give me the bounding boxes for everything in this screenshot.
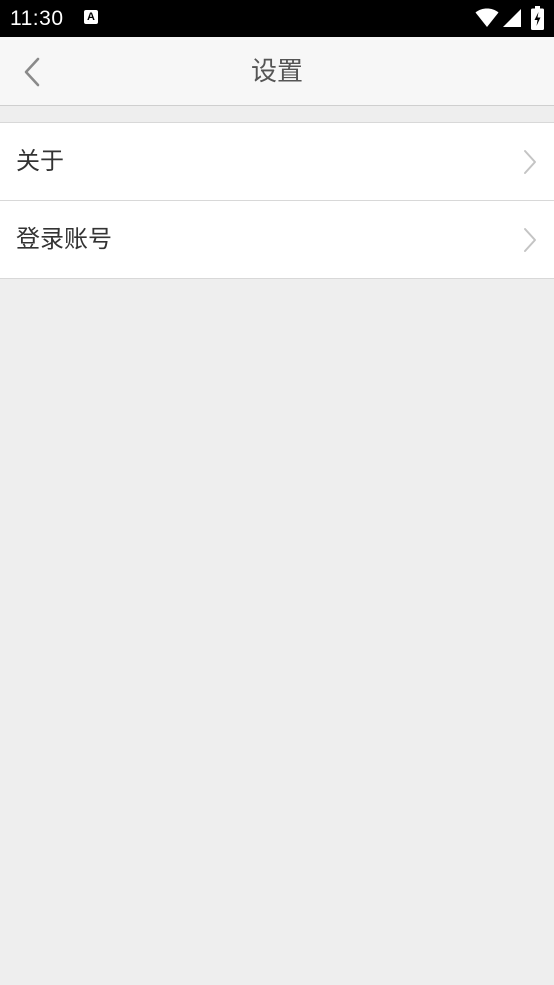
app-bar: 设置 bbox=[0, 37, 554, 106]
a-icon-letter: A bbox=[87, 11, 95, 23]
status-bar: 11:30 A bbox=[0, 0, 554, 37]
settings-item-label: 关于 bbox=[16, 147, 64, 175]
settings-item-login-account[interactable]: 登录账号 bbox=[0, 201, 554, 279]
wifi-icon bbox=[475, 8, 499, 27]
settings-list: 关于 登录账号 bbox=[0, 122, 554, 279]
a-icon: A bbox=[84, 10, 98, 24]
page-title: 设置 bbox=[250, 57, 303, 87]
signal-icon bbox=[503, 9, 521, 27]
chevron-right-icon bbox=[524, 228, 536, 252]
battery-charging-icon bbox=[531, 6, 544, 30]
chevron-left-icon bbox=[24, 57, 40, 87]
settings-screen: 11:30 A 设置 关于 登录账号 bbox=[0, 0, 554, 985]
chevron-right-icon bbox=[524, 150, 536, 174]
settings-item-about[interactable]: 关于 bbox=[0, 123, 554, 201]
back-button[interactable] bbox=[14, 53, 52, 91]
settings-item-label: 登录账号 bbox=[16, 225, 112, 253]
status-time: 11:30 bbox=[10, 7, 64, 30]
